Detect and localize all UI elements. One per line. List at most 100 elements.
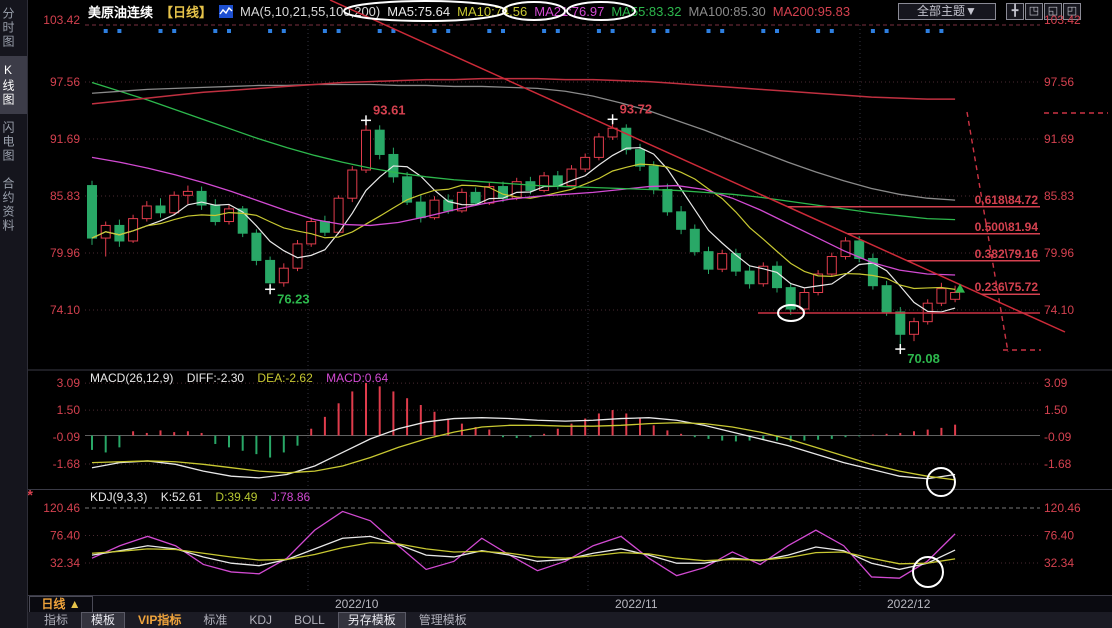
signal-dot [104,29,108,33]
sidebar-item-kline-chart[interactable]: K线图 [0,56,27,114]
price-axis-label-right: 79.96 [1044,246,1074,260]
trendline [330,0,1065,332]
toolbar-tab-kdj[interactable]: KDJ [240,613,281,628]
candle-body [704,252,713,269]
crosshair-tool-icon[interactable]: ╋ [1006,3,1024,20]
candle-body [951,292,960,299]
price-axis-label-left: 79.96 [50,246,80,260]
chart-canvas[interactable]: 103.42103.4297.5697.5691.6991.6985.8385.… [0,0,1112,628]
ma100-line [92,84,955,200]
macd-axis-label-right: -0.09 [1044,430,1072,444]
candle-body [279,268,288,283]
fib-label: 0.382\79.16 [975,247,1039,261]
ma21-value: MA21:76.97 [534,4,604,19]
zoom-out-pane-icon[interactable]: ◱ [1044,3,1062,20]
kdj-j-value: J:78.86 [271,490,310,504]
sidebar-item-time-chart[interactable]: 分时图 [0,0,27,56]
candle-body [471,192,480,203]
kdj-readout: KDJ(9,3,3) K:52.61 D:39.49 J:78.86 [90,490,320,504]
price-axis-label-right: 85.83 [1044,189,1074,203]
candle-body [827,257,836,274]
kdj-formula: KDJ(9,3,3) [90,490,147,504]
candle-body [211,205,220,222]
kdj-axis-label-left: 32.34 [50,556,80,570]
candle-body [485,187,494,204]
toolbar-tab-manage-template[interactable]: 管理模板 [410,613,476,628]
toolbar-tab-standard[interactable]: 标准 [194,613,236,628]
toolbar-tab-vip-indicators[interactable]: VIP指标 [129,613,190,628]
macd-axis-label-right: 3.09 [1044,376,1068,390]
macd-dea-value: DEA:-2.62 [257,371,312,385]
kdj-d-line [92,543,955,564]
signal-dot [665,29,669,33]
candle-body [608,128,617,137]
macd-dea-line [92,423,955,480]
candle-body [183,191,192,195]
up-arrow-marker [955,284,965,293]
price-annotation: 93.72 [620,101,653,116]
ma21-line [92,157,955,275]
date-axis-label: 2022/12 [887,597,930,611]
signal-dot [282,29,286,33]
app-window: 分时图 K线图 闪电图 合约资料 美原油连续【日线】 MA(5,10,21,55… [0,0,1112,628]
expand-pane-icon[interactable]: ◰ [1063,3,1081,20]
candle-body [567,169,576,186]
candle-body [731,254,740,271]
signal-dot [597,29,601,33]
candle-body [800,292,809,309]
chart-header: 美原油连续【日线】 MA(5,10,21,55,100,200) MA5:75.… [88,2,850,20]
candle-body [142,206,151,219]
zoom-in-pane-icon[interactable]: ◳ [1025,3,1043,20]
kdj-axis-label-left: 120.46 [43,501,80,515]
candle-body [334,198,343,232]
candle-body [677,212,686,229]
candle-body [841,241,850,257]
candle-body [389,154,398,176]
candle-body [745,271,754,284]
candle-body [293,244,302,268]
fib-label: 0.618\84.72 [975,193,1039,207]
signal-dot [885,29,889,33]
candle-body [540,176,549,191]
macd-axis-label-right: -1.68 [1044,457,1072,471]
signal-dot [446,29,450,33]
signal-dot [652,29,656,33]
bottom-toolbar: 指标 模板 VIP指标 标准 KDJ BOLL 另存模板 管理模板 [27,612,1112,628]
signal-dot [775,29,779,33]
price-axis-label-left: 85.83 [50,189,80,203]
all-themes-dropdown[interactable]: 全部主题▼ [898,3,996,20]
signal-dot [926,29,930,33]
ma5-line [92,148,955,312]
signal-dot [761,29,765,33]
signal-dot [871,29,875,33]
left-sidebar: 分时图 K线图 闪电图 合约资料 [0,0,28,628]
period-selector[interactable]: 日线 ▲ [29,596,93,613]
signal-dot [378,29,382,33]
expand-arrow-icon: ▲ [69,597,81,611]
macd-axis-label-left: -1.68 [53,457,81,471]
toolbar-tab-boll[interactable]: BOLL [285,613,334,628]
candle-body [252,233,261,260]
price-axis-label-left: 91.69 [50,132,80,146]
fib-label: 0.236\75.72 [975,280,1039,294]
ma200-value: MA200:95.83 [773,4,850,19]
ma55-value: MA55:83.32 [611,4,681,19]
candle-body [786,288,795,309]
toolbar-tab-indicators[interactable]: 指标 [35,613,77,628]
signal-dot [542,29,546,33]
signal-dot [816,29,820,33]
sidebar-item-contract-info[interactable]: 合约资料 [0,170,27,240]
signal-dot [501,29,505,33]
macd-axis-label-left: 1.50 [57,403,81,417]
macd-axis-label-right: 1.50 [1044,403,1068,417]
candle-body [170,195,179,212]
toolbar-tab-save-template[interactable]: 另存模板 [338,612,406,628]
candle-body [882,286,891,312]
candle-body [375,130,384,154]
toolbar-tab-templates[interactable]: 模板 [81,612,125,628]
sidebar-item-lightning-chart[interactable]: 闪电图 [0,114,27,170]
candle-body [225,209,234,222]
candle-body [403,177,412,202]
price-axis-label-left: 103.42 [43,13,80,27]
price-annotation: 93.61 [373,102,406,117]
